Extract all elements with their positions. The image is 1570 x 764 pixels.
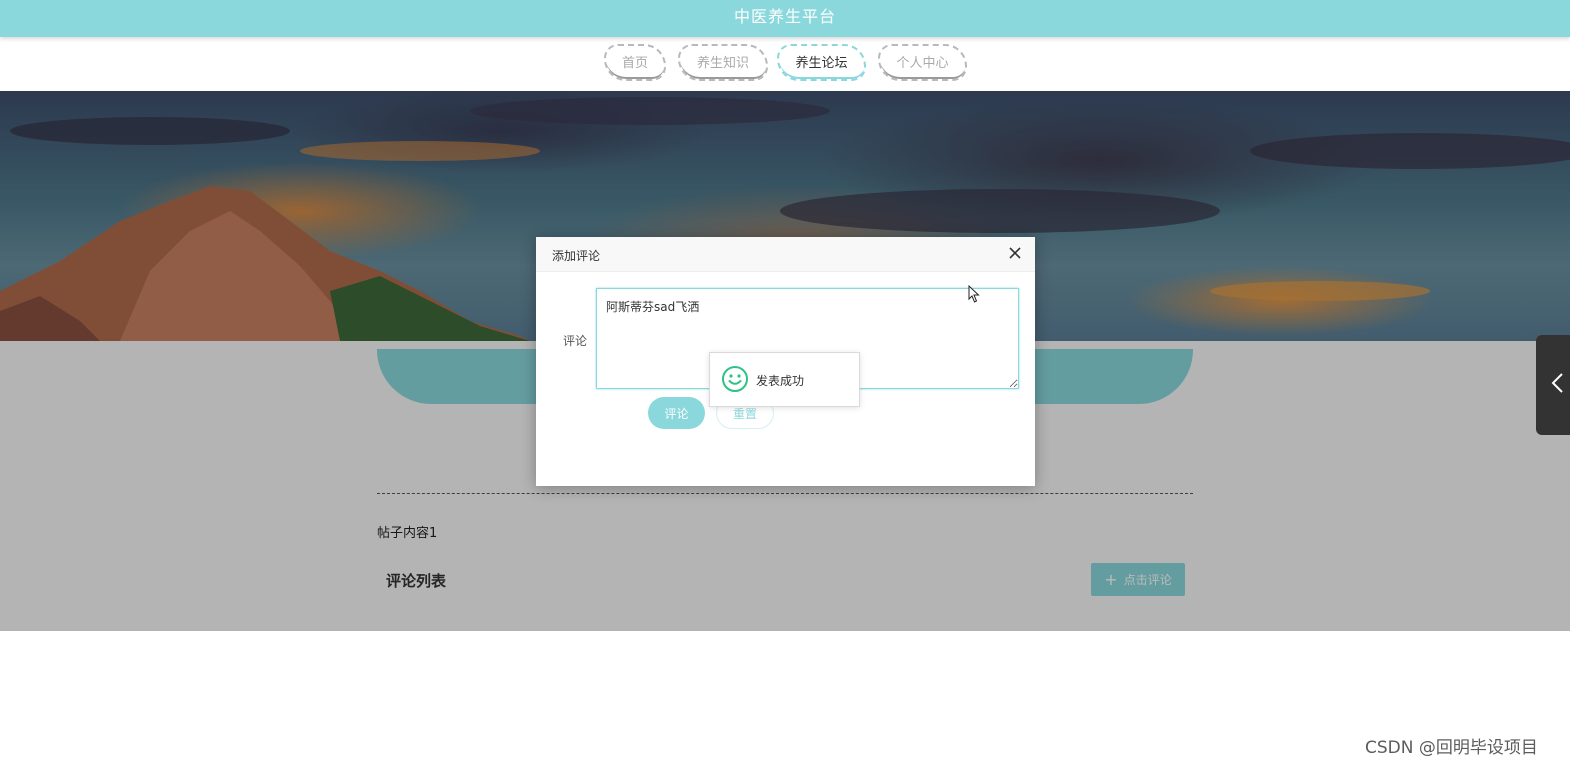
success-toast: 发表成功 [709,352,860,407]
toast-message: 发表成功 [756,374,805,388]
dialog-title: 添加评论 [552,249,601,263]
side-toggle-tab[interactable] [1536,335,1570,435]
nav-item-personal-center[interactable]: 个人中心 [878,44,967,81]
watermark: CSDN @回明毕设项目 [1365,738,1538,758]
chevron-left-icon [1551,373,1563,393]
close-icon[interactable] [1007,245,1023,261]
site-title: 中医养生平台 [733,7,836,26]
mouse-cursor-icon [968,285,980,303]
submit-comment-button[interactable]: 评论 [648,397,705,429]
nav-item-health-knowledge[interactable]: 养生知识 [678,44,768,81]
comment-field-label: 评论 [563,334,588,348]
dialog-header [536,237,1035,272]
nav-item-home[interactable]: 首页 [604,44,666,81]
smile-icon [722,366,748,392]
main-nav: 首页 养生知识 养生论坛 个人中心 [0,44,1570,82]
nav-item-health-forum[interactable]: 养生论坛 [777,44,866,81]
top-header: 中医养生平台 [0,0,1570,37]
page-root: 中医养生平台 首页 养生知识 养生论坛 个人中心 帖子内容1 评论列表 + 点击评… [0,0,1570,764]
